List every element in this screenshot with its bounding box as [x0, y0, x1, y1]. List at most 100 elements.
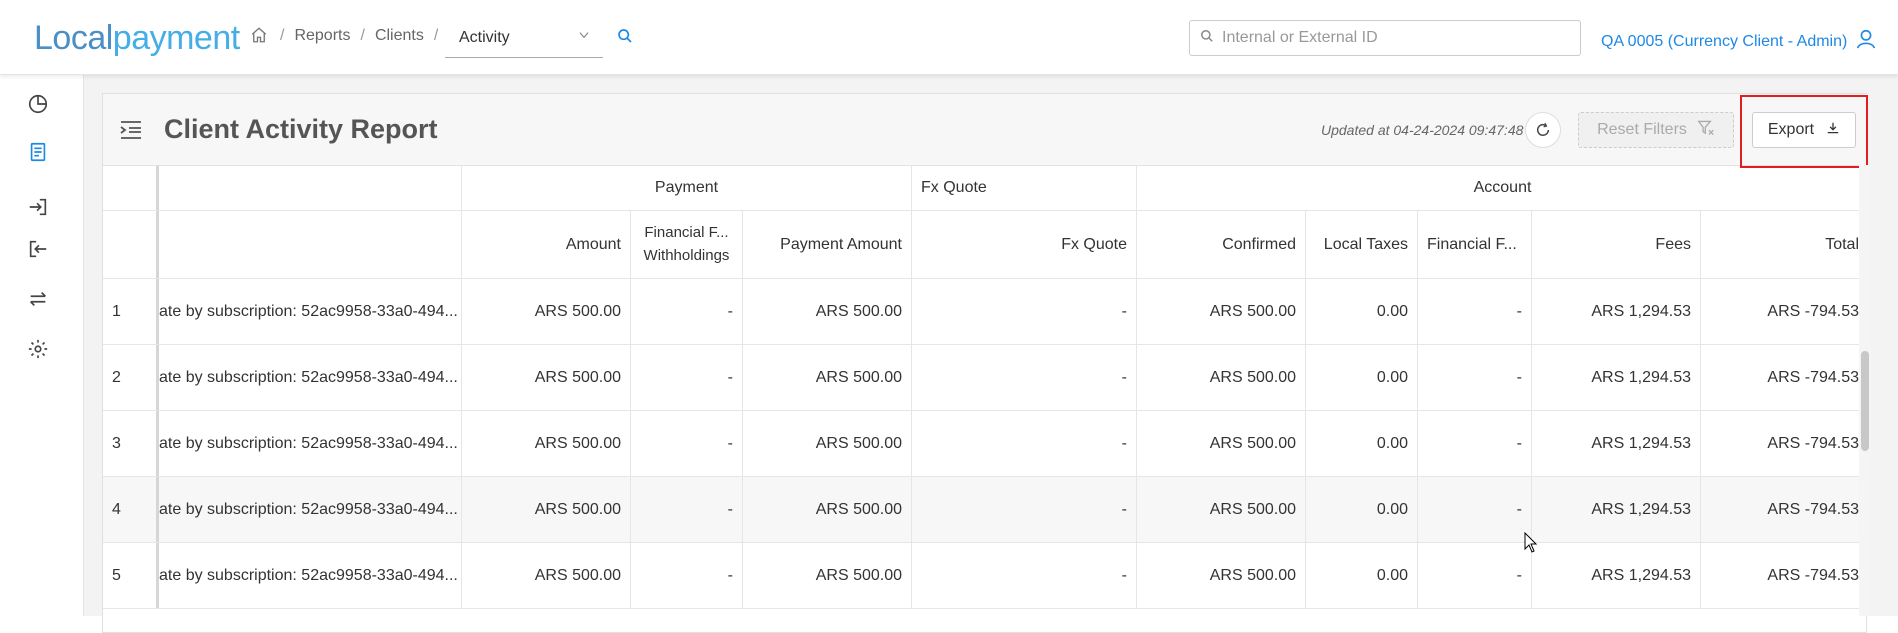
row-financial-f: - [1418, 543, 1532, 608]
header-index [103, 211, 159, 278]
login-icon[interactable] [27, 196, 51, 220]
breadcrumb-reports[interactable]: Reports [294, 27, 350, 45]
reset-filters-button[interactable]: Reset Filters [1578, 112, 1734, 148]
menu-indent-icon[interactable] [119, 120, 143, 140]
logo[interactable]: Local payment [34, 18, 240, 58]
logo-text-local: Local [34, 18, 113, 57]
header-confirmed[interactable]: Confirmed [1137, 211, 1306, 278]
transfer-icon[interactable] [27, 288, 51, 312]
row-local-taxes: 0.00 [1306, 279, 1418, 344]
header-amount[interactable]: Amount [462, 211, 631, 278]
row-fees: ARS 1,294.53 [1532, 477, 1701, 542]
row-description: ate by subscription: 52ac9958-33a0-494..… [159, 477, 462, 542]
row-payment-amount: ARS 500.00 [743, 477, 912, 542]
mouse-cursor-icon [1524, 532, 1538, 553]
row-payment-amount: ARS 500.00 [743, 279, 912, 344]
row-confirmed: ARS 500.00 [1137, 543, 1306, 608]
row-local-taxes: 0.00 [1306, 345, 1418, 410]
account-menu[interactable]: QA 0005 (Currency Client - Admin) [1601, 28, 1877, 55]
row-payment-amount: ARS 500.00 [743, 345, 912, 410]
row-total: ARS -794.53 [1767, 500, 1859, 518]
main-content: Client Activity Report Updated at 04-24-… [84, 75, 1898, 633]
row-amount: ARS 500.00 [462, 543, 631, 608]
report-type-select[interactable]: Activity [445, 18, 603, 58]
logout-icon[interactable] [27, 238, 51, 262]
header-financial-withholdings-line2: Withholdings [643, 246, 730, 264]
page-title: Client Activity Report [164, 114, 438, 144]
id-search-field[interactable] [1189, 20, 1581, 56]
header-index [103, 166, 159, 210]
table-row[interactable]: 3 ate by subscription: 52ac9958-33a0-494… [103, 411, 1868, 477]
table-row[interactable]: 4 ate by subscription: 52ac9958-33a0-494… [103, 477, 1868, 543]
row-amount: ARS 500.00 [462, 477, 631, 542]
row-amount: ARS 500.00 [462, 279, 631, 344]
row-financial-withholdings: - [631, 411, 743, 476]
pie-chart-icon[interactable] [27, 93, 51, 117]
row-description: ate by subscription: 52ac9958-33a0-494..… [159, 345, 462, 410]
row-index: 4 [103, 477, 159, 542]
row-confirmed: ARS 500.00 [1137, 279, 1306, 344]
header-description[interactable] [159, 211, 462, 278]
id-search-input[interactable] [1222, 29, 1562, 47]
row-financial-withholdings: - [631, 345, 743, 410]
row-fx-quote: - [912, 345, 1137, 410]
gear-icon[interactable] [27, 338, 51, 362]
breadcrumb-clients[interactable]: Clients [375, 27, 424, 45]
document-icon[interactable] [27, 141, 51, 165]
breadcrumb-separator: / [433, 27, 439, 44]
row-total: ARS -794.53 [1767, 368, 1859, 386]
row-confirmed: ARS 500.00 [1137, 477, 1306, 542]
row-confirmed: ARS 500.00 [1137, 345, 1306, 410]
table-row[interactable]: 5 ate by subscription: 52ac9958-33a0-494… [103, 543, 1868, 609]
breadcrumb-separator: / [360, 27, 365, 44]
row-index: 3 [103, 411, 159, 476]
row-total: ARS -794.53 [1767, 302, 1859, 320]
row-amount: ARS 500.00 [462, 411, 631, 476]
row-index: 2 [103, 345, 159, 410]
row-fees: ARS 1,294.53 [1532, 411, 1701, 476]
search-icon [1200, 29, 1214, 48]
header-description-group [159, 166, 462, 210]
row-index: 1 [103, 279, 159, 344]
header-fx-quote[interactable]: Fx Quote [912, 211, 1137, 278]
row-fees: ARS 1,294.53 [1532, 543, 1701, 608]
row-fees: ARS 1,294.53 [1532, 279, 1701, 344]
refresh-button[interactable] [1525, 112, 1561, 148]
scrollbar-thumb[interactable] [1861, 351, 1869, 451]
row-confirmed: ARS 500.00 [1137, 411, 1306, 476]
export-highlight-box [1740, 95, 1868, 168]
row-financial-f: - [1418, 411, 1532, 476]
header-financial-withholdings-line1: Financial F... [644, 224, 729, 241]
header-total[interactable]: Total [1701, 211, 1868, 278]
home-icon[interactable] [250, 26, 270, 46]
row-financial-f: - [1418, 345, 1532, 410]
search-icon[interactable] [617, 28, 637, 48]
row-payment-amount: ARS 500.00 [743, 543, 912, 608]
row-local-taxes: 0.00 [1306, 543, 1418, 608]
row-fx-quote: - [912, 279, 1137, 344]
row-fees: ARS 1,294.53 [1532, 345, 1701, 410]
table-row[interactable]: 1 ate by subscription: 52ac9958-33a0-494… [103, 279, 1868, 345]
breadcrumb-separator: / [280, 27, 285, 44]
top-bar: Local payment / Reports / Clients / Activ… [0, 0, 1898, 75]
row-fx-quote: - [912, 543, 1137, 608]
header-local-taxes[interactable]: Local Taxes [1306, 211, 1418, 278]
table-column-header: Amount Financial F... Withholdings Payme… [103, 211, 1868, 279]
header-financial-f[interactable]: Financial F... [1418, 211, 1532, 278]
row-payment-amount: ARS 500.00 [743, 411, 912, 476]
header-payment-amount[interactable]: Payment Amount [743, 211, 912, 278]
report-panel: Client Activity Report Updated at 04-24-… [102, 93, 1868, 633]
table-row[interactable]: 2 ate by subscription: 52ac9958-33a0-494… [103, 345, 1868, 411]
header-fees[interactable]: Fees [1532, 211, 1701, 278]
row-financial-withholdings: - [631, 279, 743, 344]
row-fx-quote: - [912, 411, 1137, 476]
header-group-account: Account [1473, 179, 1532, 196]
updated-timestamp: Updated at 04-24-2024 09:47:48 [1321, 122, 1524, 138]
row-amount: ARS 500.00 [462, 345, 631, 410]
report-type-value: Activity [459, 28, 510, 46]
filter-clear-icon [1697, 120, 1715, 141]
header-financial-withholdings[interactable]: Financial F... Withholdings [631, 211, 743, 278]
sidebar [0, 75, 84, 616]
header-group-payment: Payment [462, 166, 912, 210]
report-header: Client Activity Report Updated at 04-24-… [103, 94, 1868, 168]
